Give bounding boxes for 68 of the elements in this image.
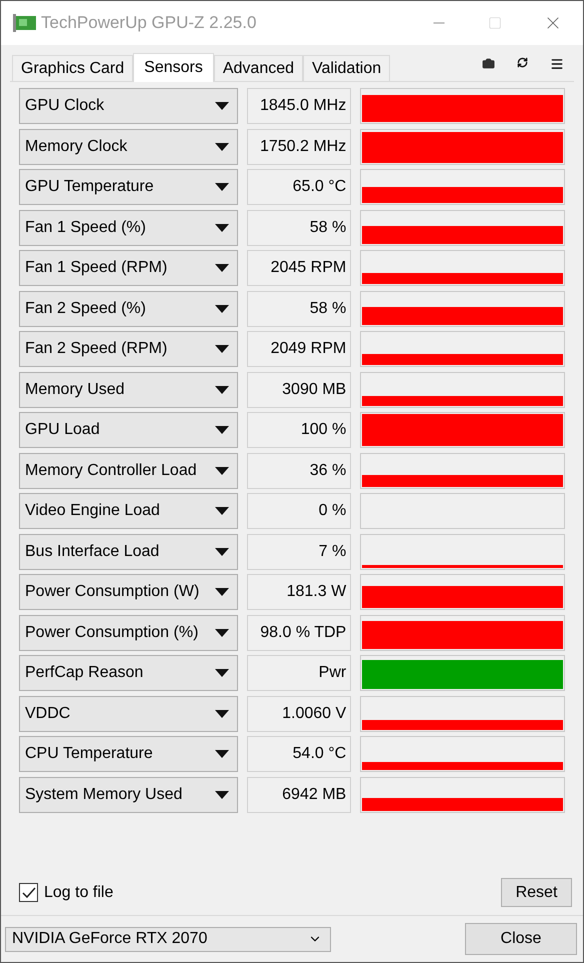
sensor-dropdown[interactable]: GPU Temperature [19, 169, 238, 205]
sensor-dropdown[interactable]: GPU Clock [19, 88, 238, 124]
dropdown-arrow-icon [214, 548, 229, 556]
dropdown-arrow-icon [214, 466, 229, 474]
dropdown-arrow-icon [214, 224, 229, 232]
checkbox[interactable] [19, 883, 38, 902]
dropdown-arrow-icon [214, 304, 229, 312]
sensor-value: 6942 MB [246, 776, 352, 812]
tab[interactable]: Validation [303, 55, 390, 81]
tab[interactable]: Sensors [133, 53, 214, 82]
sensor-value: 3090 MB [246, 372, 352, 408]
sensor-value: 181.3 W [246, 574, 352, 610]
dropdown-arrow-icon [214, 426, 229, 434]
sensor-value: 58 % [246, 290, 352, 326]
dropdown-arrow-icon [214, 750, 229, 758]
window-title: TechPowerUp GPU-Z 2.25.0 [41, 12, 256, 34]
camera-icon[interactable] [482, 57, 495, 70]
sensor-value: Pwr [246, 655, 352, 691]
sensor-dropdown[interactable]: Memory Clock [19, 128, 238, 164]
sensor-value: 100 % [246, 412, 352, 448]
sensor-value: 2049 RPM [246, 331, 352, 367]
sensor-dropdown[interactable]: Memory Controller Load [19, 452, 238, 488]
sensor-dropdown[interactable]: PerfCap Reason [19, 655, 238, 691]
sensor-value: 58 % [246, 210, 352, 246]
dropdown-arrow-icon [214, 102, 229, 110]
sensor-dropdown[interactable]: Power Consumption (W) [19, 574, 238, 610]
dropdown-arrow-icon [214, 142, 229, 150]
tab[interactable]: Graphics Card [12, 55, 134, 81]
sensor-value: 0 % [246, 493, 352, 529]
sensor-dropdown[interactable]: Bus Interface Load [19, 534, 238, 570]
sensor-dropdown[interactable]: GPU Load [19, 412, 238, 448]
dropdown-arrow-icon [214, 669, 229, 677]
refresh-icon[interactable] [517, 57, 528, 68]
dropdown-arrow-icon [214, 790, 229, 798]
sensor-value: 1.0060 V [246, 696, 352, 732]
sensor-dropdown[interactable]: Fan 2 Speed (RPM) [19, 331, 238, 367]
sensor-dropdown[interactable]: Fan 2 Speed (%) [19, 290, 238, 326]
sensor-value: 54.0 °C [246, 736, 352, 772]
dropdown-arrow-icon [214, 345, 229, 353]
sensor-value: 1750.2 MHz [246, 128, 352, 164]
dropdown-arrow-icon [214, 628, 229, 636]
sensor-value: 98.0 % TDP [246, 614, 352, 650]
dropdown-arrow-icon [214, 507, 229, 515]
dropdown-arrow-icon [214, 588, 229, 596]
sensor-value: 7 % [246, 534, 352, 570]
sensor-value: 2045 RPM [246, 250, 352, 286]
close-button[interactable]: Close [465, 923, 577, 955]
sensor-dropdown[interactable]: Power Consumption (%) [19, 614, 238, 650]
tab[interactable]: Advanced [214, 55, 304, 81]
sensor-dropdown[interactable]: Memory Used [19, 372, 238, 408]
device-select[interactable]: NVIDIA GeForce RTX 2070 [5, 926, 331, 952]
sensor-dropdown[interactable]: System Memory Used [19, 776, 238, 812]
dropdown-arrow-icon [214, 386, 229, 394]
dropdown-arrow-icon [214, 183, 229, 191]
sensor-value: 1845.0 MHz [246, 88, 352, 124]
menu-icon[interactable] [550, 57, 564, 71]
sensor-dropdown[interactable]: CPU Temperature [19, 736, 238, 772]
graphics-card-icon [13, 14, 37, 32]
sensor-value: 65.0 °C [246, 169, 352, 205]
sensor-dropdown[interactable]: Video Engine Load [19, 493, 238, 529]
sensor-value: 36 % [246, 452, 352, 488]
sensor-dropdown[interactable]: Fan 1 Speed (RPM) [19, 250, 238, 286]
sensor-dropdown[interactable]: Fan 1 Speed (%) [19, 210, 238, 246]
checkbox-label: Log to file [44, 882, 114, 902]
dropdown-arrow-icon [214, 264, 229, 272]
sensor-dropdown[interactable]: VDDC [19, 696, 238, 732]
reset-button[interactable]: Reset [501, 878, 572, 907]
dropdown-arrow-icon [214, 710, 229, 718]
